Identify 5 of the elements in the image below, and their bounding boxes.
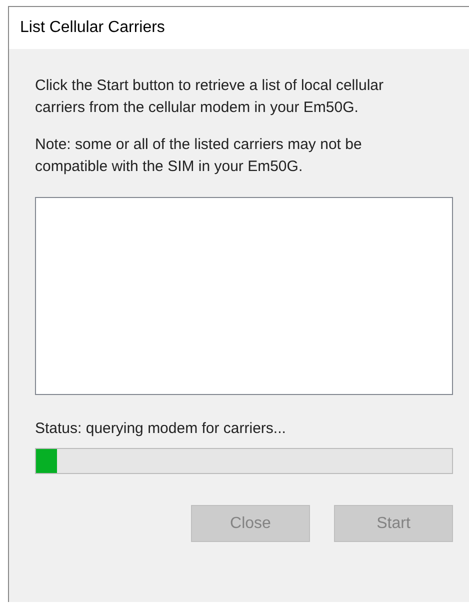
window-title: List Cellular Carriers — [20, 18, 165, 38]
instruction-text: Click the Start button to retrieve a list of local cellular carriers from the cellular modem in your Em50G. — [35, 76, 384, 118]
status-text: Status: querying modem for carriers... — [35, 419, 287, 439]
carrier-list[interactable] — [35, 197, 453, 395]
instruction-text: Note: some or all of the listed carriers may not be compatible with the SIM in your Em50G. — [35, 135, 363, 177]
